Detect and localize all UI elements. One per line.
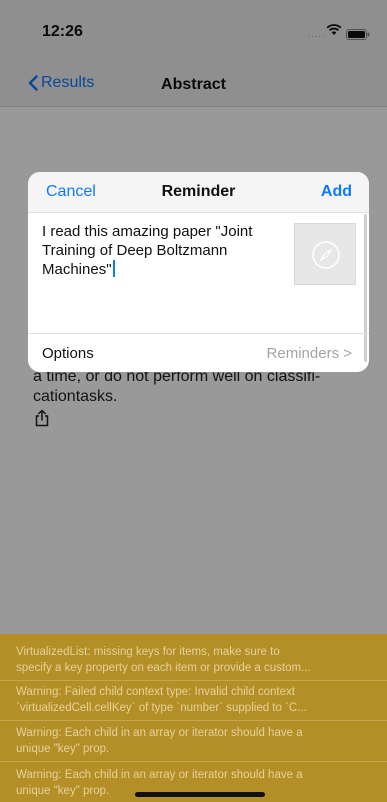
text-cursor <box>112 260 115 277</box>
warning-item[interactable]: VirtualizedList: missing keys for items,… <box>16 644 371 676</box>
message-line: Training of Deep Boltzmann <box>42 242 228 259</box>
warning-item[interactable]: Warning: Each child in an array or itera… <box>16 725 371 757</box>
reminder-dialog: Cancel Reminder Add I read this amazing … <box>28 172 369 372</box>
dialog-header: Cancel Reminder Add <box>28 172 369 213</box>
warning-line: `virtualizedCell.cellKey` of type `numbe… <box>16 702 307 714</box>
compass-icon <box>312 241 340 269</box>
warning-banner: VirtualizedList: missing keys for items,… <box>0 634 387 802</box>
divider <box>0 761 387 762</box>
warning-line: unique "key" prop. <box>16 743 110 755</box>
message-line: Machines" <box>42 261 112 278</box>
warning-line: Warning: Each child in an array or itera… <box>16 727 303 739</box>
warning-line: Warning: Failed child context type: Inva… <box>16 686 295 698</box>
options-row[interactable]: Options Reminders > <box>28 333 369 372</box>
add-button[interactable]: Add <box>321 183 352 201</box>
home-indicator[interactable] <box>135 792 265 797</box>
message-line: I read this amazing paper "Joint <box>42 223 253 240</box>
divider <box>0 680 387 681</box>
divider <box>0 720 387 721</box>
warning-line: specify a key property on each item or p… <box>16 662 311 674</box>
warning-line: VirtualizedList: missing keys for items,… <box>16 646 280 658</box>
options-label: Options <box>42 345 94 362</box>
warning-line: Warning: Each child in an array or itera… <box>16 769 303 781</box>
options-value: Reminders > <box>266 345 352 362</box>
link-thumbnail <box>294 223 356 285</box>
app-screen: 12:26 ..... Results Abstract a time, or … <box>0 0 387 802</box>
reminder-text-field[interactable]: I read this amazing paper "Joint Trainin… <box>42 222 282 279</box>
warning-item[interactable]: Warning: Failed child context type: Inva… <box>16 684 371 716</box>
dialog-title: Reminder <box>161 183 236 200</box>
